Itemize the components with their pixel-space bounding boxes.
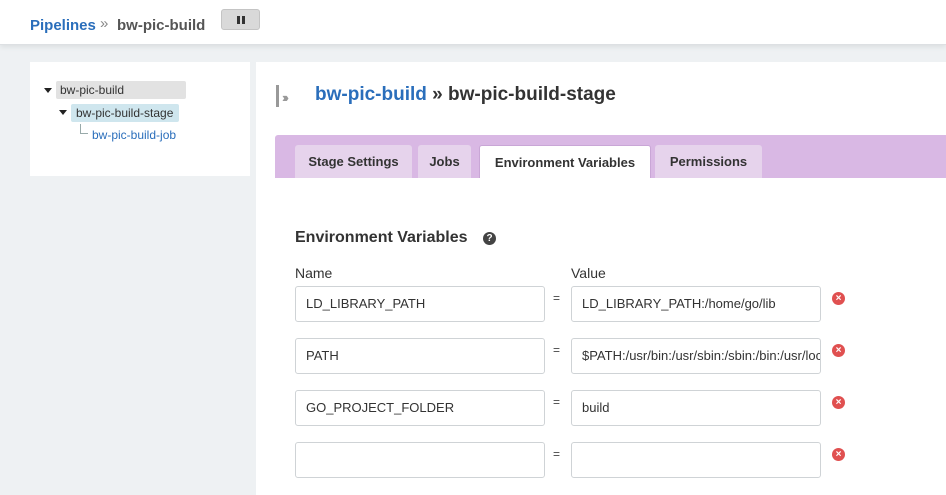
pause-icon bbox=[236, 15, 240, 24]
breadcrumb-current: bw-pic-build bbox=[117, 17, 206, 34]
caret-down-icon[interactable] bbox=[44, 88, 52, 93]
caret-down-icon[interactable] bbox=[59, 110, 67, 115]
remove-icon[interactable]: × bbox=[832, 292, 845, 305]
section-title: Environment Variables bbox=[295, 229, 468, 246]
top-bar: Pipelines » bw-pic-build bbox=[0, 0, 946, 45]
value-column-label: Value bbox=[571, 265, 606, 281]
page-title: bw-pic-build » bw-pic-build-stage bbox=[315, 84, 616, 106]
equals-sign: = bbox=[553, 447, 561, 461]
tree-connector bbox=[80, 124, 88, 134]
remove-icon[interactable]: × bbox=[832, 344, 845, 357]
tree-node-stage[interactable]: bw-pic-build-stage bbox=[71, 104, 180, 122]
tree-node-pipeline[interactable]: bw-pic-build bbox=[56, 81, 186, 99]
stage-config-panel: ››› bw-pic-build » bw-pic-build-stage St… bbox=[256, 62, 946, 495]
title-separator: » bbox=[432, 84, 443, 105]
name-column-label: Name bbox=[295, 265, 333, 281]
help-icon[interactable]: ? bbox=[483, 232, 496, 245]
tab-bar: Stage Settings Jobs Environment Variable… bbox=[275, 135, 946, 178]
pause-button[interactable] bbox=[221, 9, 260, 30]
remove-icon[interactable]: × bbox=[832, 396, 845, 409]
stage-icon: ››› bbox=[276, 85, 302, 107]
env-name-field[interactable]: PATH bbox=[295, 338, 545, 374]
env-name-field[interactable]: GO_PROJECT_FOLDER bbox=[295, 390, 545, 426]
env-value-field[interactable] bbox=[571, 442, 821, 478]
tab-environment-variables[interactable]: Environment Variables bbox=[479, 145, 651, 178]
pipeline-tree: bw-pic-build bw-pic-build-stage bw-pic-b… bbox=[30, 62, 250, 176]
env-value-field[interactable]: $PATH:/usr/bin:/usr/sbin:/sbin:/bin:/usr… bbox=[571, 338, 821, 374]
tree-node-job[interactable]: bw-pic-build-job bbox=[92, 126, 176, 144]
equals-sign: = bbox=[553, 395, 561, 409]
env-value-field[interactable]: LD_LIBRARY_PATH:/home/go/lib bbox=[571, 286, 821, 322]
breadcrumb-pipelines-link[interactable]: Pipelines bbox=[30, 17, 96, 34]
pipeline-title-link[interactable]: bw-pic-build bbox=[315, 84, 427, 105]
equals-sign: = bbox=[553, 291, 561, 305]
remove-icon[interactable]: × bbox=[832, 448, 845, 461]
env-name-field[interactable] bbox=[295, 442, 545, 478]
tab-stage-settings[interactable]: Stage Settings bbox=[295, 145, 412, 178]
env-value-field[interactable]: build bbox=[571, 390, 821, 426]
env-name-field[interactable]: LD_LIBRARY_PATH bbox=[295, 286, 545, 322]
tab-jobs[interactable]: Jobs bbox=[418, 145, 471, 178]
stage-title: bw-pic-build-stage bbox=[448, 84, 616, 105]
breadcrumb-separator: » bbox=[100, 15, 109, 32]
tab-permissions[interactable]: Permissions bbox=[655, 145, 762, 178]
equals-sign: = bbox=[553, 343, 561, 357]
